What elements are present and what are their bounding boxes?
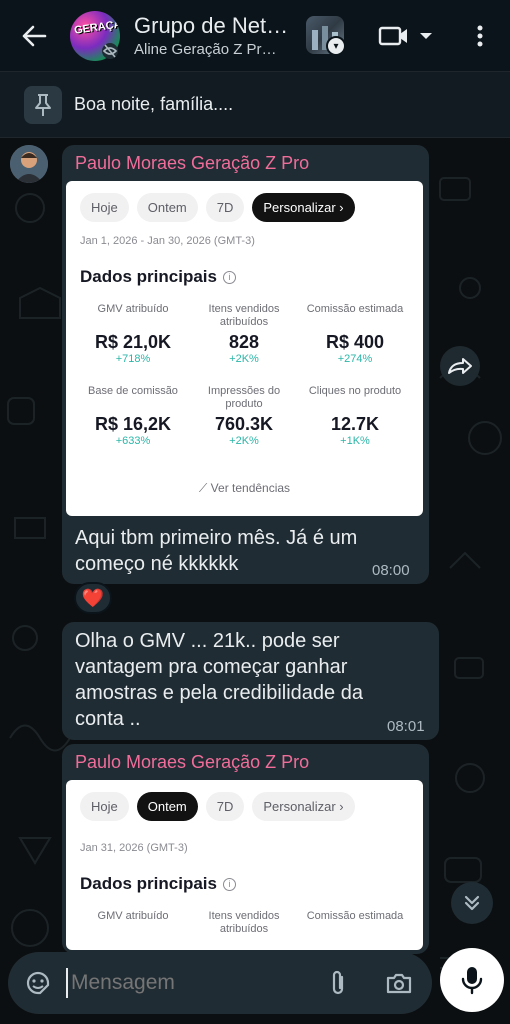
- message-text: Aqui tbm primeiro mês. Já é um começo né…: [75, 527, 358, 575]
- shared-screenshot[interactable]: Hoje Ontem 7D Personalizar › Jan 1, 2026…: [66, 181, 423, 516]
- metric-cliques: Cliques no produto 12.7K +1K%: [308, 385, 402, 447]
- metric-impressoes: Impressões do produto 760.3K +2K%: [207, 385, 281, 447]
- chip-hoje: Hoje: [80, 193, 129, 222]
- message-bubble[interactable]: Paulo Moraes Geração Z Pro Hoje Ontem 7D…: [62, 145, 429, 584]
- message-time: 08:00: [372, 562, 410, 579]
- sender-name[interactable]: Paulo Moraes Geração Z Pro: [75, 153, 309, 174]
- metric-gmv: GMV atribuído: [97, 910, 169, 922]
- metric-comissao: Comissão estimada: [306, 910, 404, 922]
- pin-icon: [24, 85, 62, 124]
- chip-hoje: Hoje: [80, 792, 129, 821]
- heart-reaction[interactable]: ❤️: [74, 582, 112, 614]
- view-once-icon: [100, 42, 120, 65]
- trends-link: ⟋ Ver tendências: [198, 481, 291, 495]
- sticker-icon[interactable]: [16, 961, 60, 1005]
- pinned-message-text: Boa noite, família....: [74, 94, 234, 114]
- info-icon: i: [222, 877, 236, 891]
- section-title: Dados principais i: [80, 267, 236, 287]
- message-input[interactable]: [71, 971, 291, 995]
- chip-ontem: Ontem: [136, 792, 198, 821]
- sender-name[interactable]: Paulo Moraes Geração Z Pro: [75, 752, 309, 773]
- scroll-to-bottom-button[interactable]: [451, 882, 493, 924]
- video-call-button[interactable]: [378, 20, 438, 52]
- section-title: Dados principais i: [80, 874, 236, 894]
- metric-comissao: Comissão estimada R$ 400 +274%: [306, 303, 404, 365]
- sender-avatar[interactable]: [10, 145, 48, 183]
- metric-gmv: GMV atribuído R$ 21,0K +718%: [94, 303, 172, 365]
- camera-icon[interactable]: [380, 966, 418, 1000]
- chat-title: Grupo de Net…: [134, 12, 289, 38]
- pinned-message-bar[interactable]: Boa noite, família....: [0, 72, 510, 138]
- date-filter-chips: Hoje Ontem 7D Personalizar ›: [80, 193, 355, 222]
- text-cursor: [66, 968, 68, 998]
- chat-subtitle: Aline Geração Z Pr…: [134, 40, 277, 58]
- metric-itens: Itens vendidos atribuídos 828 +2K%: [208, 303, 280, 365]
- message-text: Olha o GMV ... 21k.. pode ser vantagem p…: [75, 630, 363, 730]
- avatar-logo-text: GERAÇÃO: [73, 16, 120, 37]
- chat-header: GERAÇÃO Grupo de Net… Aline Geração Z Pr…: [0, 0, 510, 72]
- chip-7d: 7D: [205, 193, 245, 222]
- microphone-icon: [461, 967, 483, 995]
- more-options-icon[interactable]: [466, 20, 494, 52]
- metric-itens: Itens vendidos atribuídos: [208, 910, 280, 935]
- chip-personalizar: Personalizar ›: [252, 193, 355, 222]
- chip-personalizar: Personalizar ›: [252, 792, 355, 821]
- back-arrow-icon[interactable]: [12, 14, 56, 58]
- metric-base-comissao: Base de comissão R$ 16,2K +633%: [88, 385, 178, 447]
- message-bubble[interactable]: Olha o GMV ... 21k.. pode ser vantagem p…: [62, 622, 439, 740]
- chevron-down-icon[interactable]: ▾: [326, 36, 346, 56]
- microphone-button[interactable]: [440, 948, 504, 1012]
- attach-icon[interactable]: [321, 966, 355, 1000]
- info-icon: i: [222, 270, 236, 284]
- forward-button[interactable]: [440, 346, 480, 386]
- message-composer: [8, 952, 432, 1014]
- date-range: Jan 31, 2026 (GMT-3): [80, 842, 188, 854]
- message-bubble[interactable]: Paulo Moraes Geração Z Pro Hoje Ontem 7D…: [62, 744, 429, 954]
- date-range: Jan 1, 2026 - Jan 30, 2026 (GMT-3): [80, 235, 255, 247]
- chip-ontem: Ontem: [136, 193, 198, 222]
- chip-7d: 7D: [205, 792, 245, 821]
- chat-title-block[interactable]: Grupo de Net… Aline Geração Z Pr…: [134, 12, 294, 60]
- date-filter-chips: Hoje Ontem 7D Personalizar ›: [80, 792, 355, 821]
- message-time: 08:01: [387, 718, 425, 735]
- shared-screenshot[interactable]: Hoje Ontem 7D Personalizar › Jan 31, 202…: [66, 780, 423, 950]
- chart-line-icon: ⟋: [198, 481, 208, 495]
- heart-icon: ❤️: [81, 587, 105, 608]
